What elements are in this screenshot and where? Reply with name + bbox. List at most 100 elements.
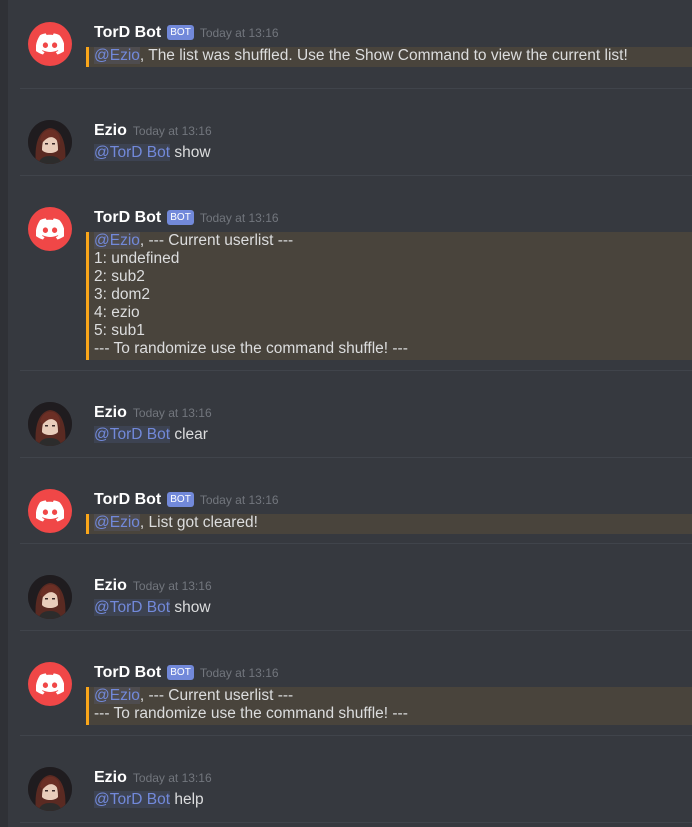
message-line: 3: dom2	[94, 286, 692, 304]
timestamp: Today at 13:16	[199, 493, 279, 507]
message-text: 2: sub2	[94, 268, 145, 285]
timestamp: Today at 13:16	[132, 406, 212, 420]
message-header: Ezio Today at 13:16	[94, 122, 212, 142]
message-divider	[20, 735, 692, 736]
highlighted-mention-message: @Ezio, --- Current userlist --- 1: undefi…	[86, 232, 692, 360]
author-name[interactable]: TorD Bot	[94, 209, 161, 226]
author-name[interactable]: Ezio	[94, 769, 127, 786]
message-content: @TorD Bot help	[94, 791, 692, 809]
message-text: , --- Current userlist ---	[139, 687, 294, 704]
message-line: @Ezio, --- Current userlist ---	[94, 687, 692, 705]
avatar[interactable]	[28, 575, 72, 619]
message-line: --- To randomize use the command shuffle…	[94, 705, 692, 723]
message-divider	[20, 822, 692, 823]
message-text: --- To randomize use the command shuffle…	[94, 705, 408, 722]
timestamp: Today at 13:16	[199, 666, 279, 680]
message-line: 2: sub2	[94, 268, 692, 286]
bot-badge: BOT	[167, 25, 194, 40]
message-header: TorD Bot BOT Today at 13:16	[94, 491, 279, 511]
message-text: show	[170, 144, 211, 161]
message-text: show	[170, 599, 211, 616]
message-header: TorD Bot BOT Today at 13:16	[94, 24, 279, 44]
user-avatar-icon	[28, 575, 72, 619]
bot-badge: BOT	[167, 210, 194, 225]
avatar[interactable]	[28, 22, 72, 66]
message-header: TorD Bot BOT Today at 13:16	[94, 209, 279, 229]
message-divider	[20, 630, 692, 631]
user-avatar-icon	[28, 120, 72, 164]
highlighted-mention-message: @Ezio, --- Current userlist --- --- To ra…	[86, 687, 692, 725]
message-text: , List got cleared!	[139, 514, 258, 531]
author-name[interactable]: Ezio	[94, 122, 127, 139]
author-name[interactable]: TorD Bot	[94, 491, 161, 508]
mention[interactable]: @TorD Bot	[94, 791, 171, 808]
avatar[interactable]	[28, 120, 72, 164]
message-text: 3: dom2	[94, 286, 151, 303]
mention[interactable]: @TorD Bot	[94, 144, 171, 161]
message-content: @TorD Bot show	[94, 144, 692, 162]
message-line: @Ezio, --- Current userlist ---	[94, 232, 692, 250]
discord-logo-icon	[36, 218, 64, 240]
user-avatar-icon	[28, 767, 72, 811]
message-line: @TorD Bot clear	[94, 426, 692, 444]
message-divider	[20, 175, 692, 176]
timestamp: Today at 13:16	[132, 579, 212, 593]
timestamp: Today at 13:16	[132, 771, 212, 785]
message-text: clear	[170, 426, 208, 443]
message-header: TorD Bot BOT Today at 13:16	[94, 664, 279, 684]
timestamp: Today at 13:16	[199, 211, 279, 225]
message-header: Ezio Today at 13:16	[94, 404, 212, 424]
message-line: @TorD Bot help	[94, 791, 692, 809]
mention[interactable]: @Ezio	[94, 687, 140, 704]
message-text: help	[170, 791, 204, 808]
avatar[interactable]	[28, 207, 72, 251]
avatar[interactable]	[28, 489, 72, 533]
message-content: @Ezio, --- Current userlist --- 1: undefi…	[94, 232, 692, 358]
user-avatar-icon	[28, 402, 72, 446]
author-name[interactable]: Ezio	[94, 577, 127, 594]
avatar[interactable]	[28, 662, 72, 706]
mention[interactable]: @Ezio	[94, 514, 140, 531]
message-line: @Ezio, List got cleared!	[94, 514, 692, 532]
message-line: --- To randomize use the command shuffle…	[94, 340, 692, 358]
message-text: 4: ezio	[94, 304, 140, 321]
message-content: @Ezio, The list was shuffled. Use the Sh…	[94, 47, 692, 65]
mention[interactable]: @Ezio	[94, 47, 140, 64]
message-line: 4: ezio	[94, 304, 692, 322]
avatar[interactable]	[28, 402, 72, 446]
message-text: 1: undefined	[94, 250, 180, 267]
message-content: @TorD Bot clear	[94, 426, 692, 444]
message-divider	[20, 370, 692, 371]
timestamp: Today at 13:16	[132, 124, 212, 138]
message-text: , The list was shuffled. Use the Show Co…	[139, 47, 628, 64]
message-content: @TorD Bot show	[94, 599, 692, 617]
timestamp: Today at 13:16	[199, 26, 279, 40]
highlighted-mention-message: @Ezio, List got cleared!	[86, 514, 692, 534]
bot-badge: BOT	[167, 492, 194, 507]
author-name[interactable]: TorD Bot	[94, 664, 161, 681]
message-text: --- To randomize use the command shuffle…	[94, 340, 408, 357]
highlighted-mention-message: @Ezio, The list was shuffled. Use the Sh…	[86, 47, 692, 67]
mention[interactable]: @TorD Bot	[94, 426, 171, 443]
message-line: @TorD Bot show	[94, 144, 692, 162]
mention[interactable]: @TorD Bot	[94, 599, 171, 616]
avatar[interactable]	[28, 767, 72, 811]
discord-logo-icon	[36, 673, 64, 695]
message-divider	[20, 543, 692, 544]
bot-badge: BOT	[167, 665, 194, 680]
message-line: @Ezio, The list was shuffled. Use the Sh…	[94, 47, 692, 65]
sidebar-edge	[0, 0, 8, 827]
message-divider	[20, 457, 692, 458]
discord-logo-icon	[36, 500, 64, 522]
message-line: @TorD Bot show	[94, 599, 692, 617]
mention[interactable]: @Ezio	[94, 232, 140, 249]
message-text: , --- Current userlist ---	[139, 232, 294, 249]
author-name[interactable]: Ezio	[94, 404, 127, 421]
message-content: @Ezio, --- Current userlist --- --- To ra…	[94, 687, 692, 723]
message-header: Ezio Today at 13:16	[94, 769, 212, 789]
discord-logo-icon	[36, 33, 64, 55]
message-line: 1: undefined	[94, 250, 692, 268]
message-divider	[20, 88, 692, 89]
message-text: 5: sub1	[94, 322, 145, 339]
author-name[interactable]: TorD Bot	[94, 24, 161, 41]
